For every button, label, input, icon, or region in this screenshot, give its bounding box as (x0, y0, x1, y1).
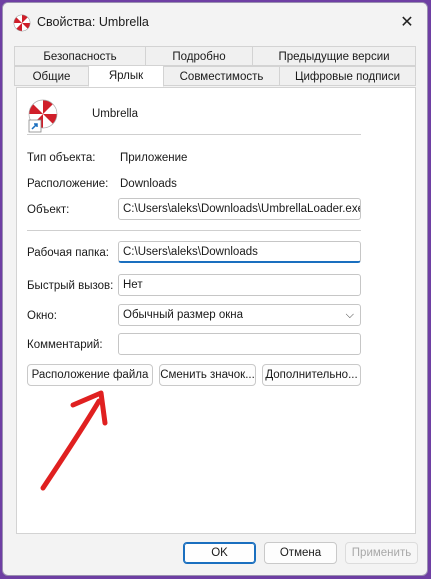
umbrella-logo-icon (28, 99, 58, 133)
target-label: Объект: (27, 204, 70, 216)
tab-digital-signatures[interactable]: Цифровые подписи (279, 66, 416, 86)
run-label: Окно: (27, 310, 57, 322)
umbrella-logo-icon (13, 14, 31, 32)
target-field[interactable]: C:\Users\aleks\Downloads\UmbrellaLoader.… (118, 198, 361, 220)
run-select-value: Обычный размер окна (123, 309, 244, 321)
divider (27, 230, 361, 231)
apply-button[interactable]: Применить (345, 542, 418, 564)
hotkey-label: Быстрый вызов: (27, 280, 114, 292)
change-icon-button[interactable]: Сменить значок... (159, 364, 256, 386)
start-in-field[interactable]: C:\Users\aleks\Downloads (118, 241, 361, 263)
type-label: Тип объекта: (27, 152, 96, 164)
properties-dialog: Свойства: Umbrella ✕ Безопасность Подроб… (2, 2, 428, 576)
location-label: Расположение: (27, 178, 109, 190)
title-bar: Свойства: Umbrella ✕ (3, 3, 427, 43)
window-title: Свойства: Umbrella (37, 15, 149, 29)
tab-details[interactable]: Подробно (145, 46, 253, 66)
tab-shortcut[interactable]: Ярлык (88, 65, 164, 87)
advanced-button[interactable]: Дополнительно... (262, 364, 361, 386)
comment-label: Комментарий: (27, 339, 103, 351)
tab-compatibility[interactable]: Совместимость (163, 66, 280, 86)
close-button[interactable]: ✕ (387, 3, 427, 43)
shortcut-arrow-icon (28, 119, 42, 133)
tab-previous-versions[interactable]: Предыдущие версии (252, 46, 416, 66)
ok-button[interactable]: OK (183, 542, 256, 564)
annotation-arrow (40, 390, 108, 491)
tab-security[interactable]: Безопасность (14, 46, 146, 66)
hotkey-field[interactable]: Нет (118, 274, 361, 296)
shortcut-name: Umbrella (92, 108, 139, 120)
location-value: Downloads (120, 178, 177, 190)
type-value: Приложение (120, 152, 188, 164)
divider (27, 134, 361, 135)
start-in-label: Рабочая папка: (27, 247, 109, 259)
cancel-button[interactable]: Отмена (264, 542, 337, 564)
chevron-down-icon: ⌵ (345, 309, 354, 321)
comment-field[interactable] (118, 333, 361, 355)
tab-general[interactable]: Общие (14, 66, 89, 86)
run-select[interactable]: Обычный размер окна ⌵ (118, 304, 361, 326)
